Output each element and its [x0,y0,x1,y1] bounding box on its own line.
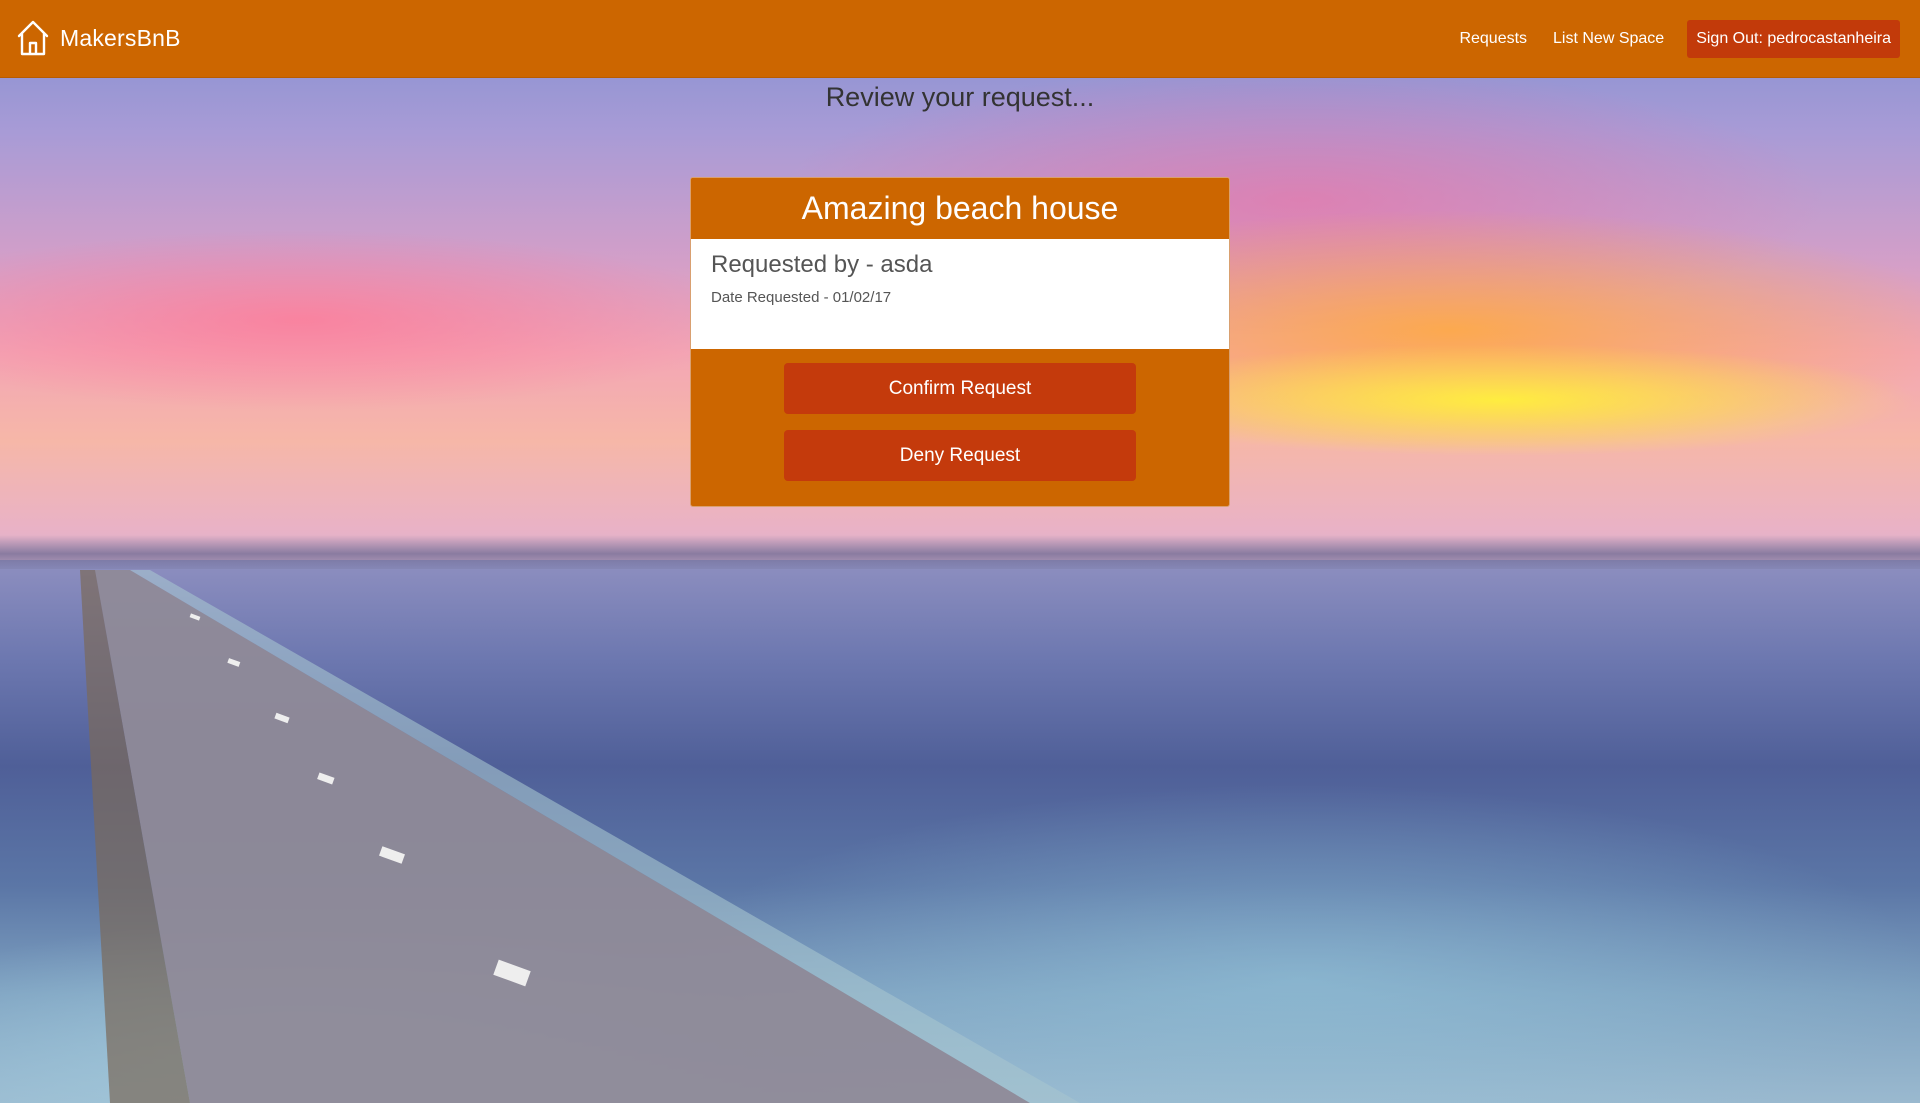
page-title: Review your request... [825,82,1095,112]
sign-out-button[interactable]: Sign Out: pedrocastanheira [1687,20,1900,58]
requested-by-text: Requested by - asda [711,251,933,278]
brand-name: MakersBnB [60,24,181,51]
deny-request-button[interactable]: Deny Request [784,430,1136,481]
road-path [80,570,1080,1103]
confirm-request-button[interactable]: Confirm Request [784,363,1136,414]
space-name-heading: Amazing beach house [691,178,1229,239]
request-details: Requested by - asda Date Requested - 01/… [691,239,1229,349]
background-landscape-image [0,0,1920,1103]
brand-link[interactable]: MakersBnB [16,18,181,58]
date-requested-text: Date Requested - 01/02/17 [711,289,892,306]
request-actions: Confirm Request Deny Request [691,349,1229,481]
navbar: MakersBnB Requests List New Space Sign O… [0,0,1920,78]
nav-list-new-space-link[interactable]: List New Space [1544,20,1673,58]
request-card: Amazing beach house Requested by - asda … [690,177,1230,507]
treeline [0,535,1920,569]
nav-links: Requests List New Space Sign Out: pedroc… [1450,20,1900,58]
house-icon [17,20,49,56]
nav-requests-link[interactable]: Requests [1450,20,1536,58]
